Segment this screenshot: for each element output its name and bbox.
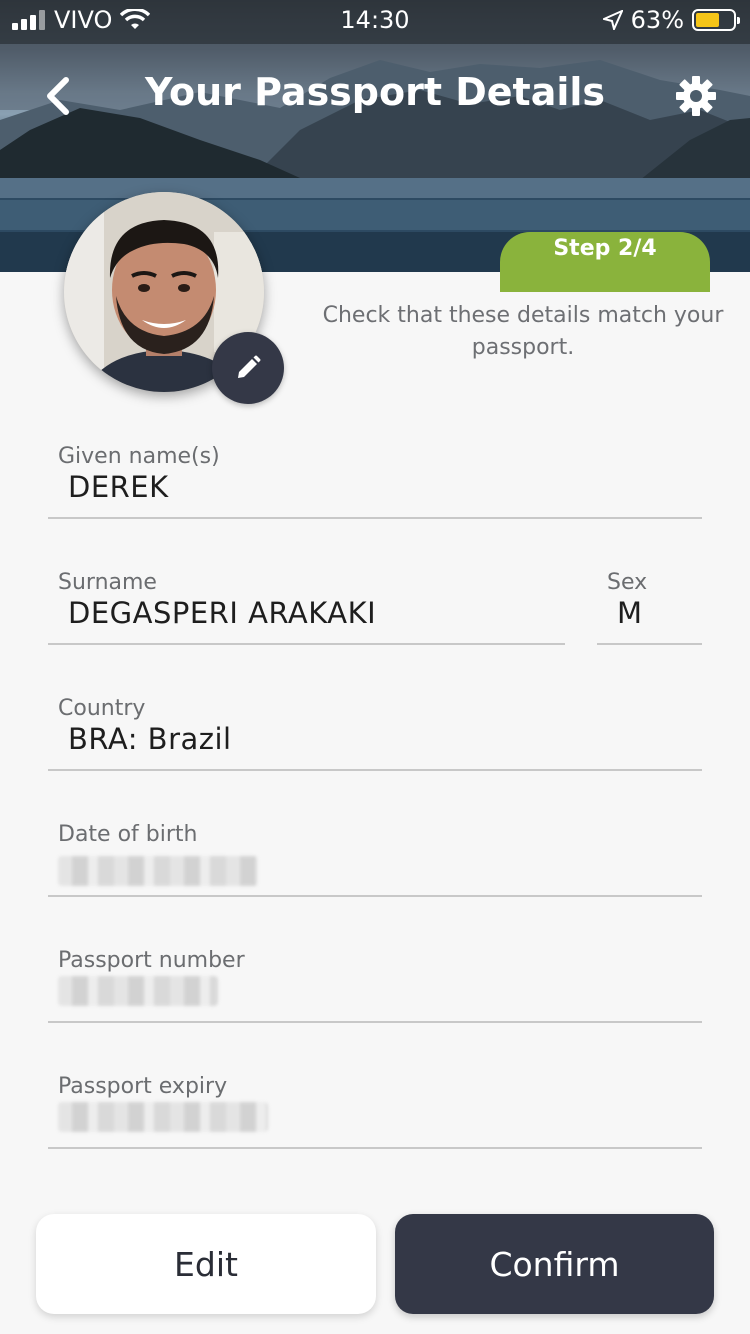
confirm-button[interactable]: Confirm bbox=[395, 1214, 714, 1314]
given-name-value: DEREK bbox=[68, 470, 169, 504]
given-name-label: Given name(s) bbox=[58, 444, 220, 469]
given-name-field[interactable]: Given name(s) DEREK bbox=[48, 444, 702, 519]
date-of-birth-field[interactable]: Date of birth bbox=[48, 822, 702, 897]
redacted-value bbox=[58, 1102, 268, 1132]
surname-value: DEGASPERI ARAKAKI bbox=[68, 596, 377, 630]
gear-icon bbox=[676, 76, 716, 116]
battery-icon bbox=[692, 9, 740, 31]
step-indicator: Step 2/4 bbox=[500, 232, 710, 292]
settings-button[interactable] bbox=[674, 74, 718, 118]
passport-expiry-field[interactable]: Passport expiry bbox=[48, 1074, 702, 1149]
page-title: Your Passport Details bbox=[144, 70, 606, 114]
surname-label: Surname bbox=[58, 570, 157, 595]
country-value: BRA: Brazil bbox=[68, 722, 232, 756]
edit-photo-button[interactable] bbox=[212, 332, 284, 404]
country-field[interactable]: Country BRA: Brazil bbox=[48, 696, 702, 771]
passport-number-field[interactable]: Passport number bbox=[48, 948, 702, 1023]
instruction-text: Check that these details match your pass… bbox=[322, 303, 724, 360]
sex-field[interactable]: Sex M bbox=[597, 570, 702, 645]
sex-label: Sex bbox=[607, 570, 648, 595]
passport-number-label: Passport number bbox=[58, 948, 245, 973]
sex-value: M bbox=[617, 596, 643, 630]
redacted-value bbox=[58, 856, 258, 886]
edit-button[interactable]: Edit bbox=[36, 1214, 376, 1314]
passport-expiry-label: Passport expiry bbox=[58, 1074, 228, 1099]
pencil-icon bbox=[238, 355, 261, 378]
surname-field[interactable]: Surname DEGASPERI ARAKAKI bbox=[48, 570, 565, 645]
date-of-birth-label: Date of birth bbox=[58, 822, 198, 847]
country-label: Country bbox=[58, 696, 146, 721]
battery-percent: 63% bbox=[630, 6, 684, 34]
redacted-value bbox=[58, 976, 218, 1006]
location-icon bbox=[602, 10, 623, 30]
status-bar: VIVO 14:30 63% bbox=[0, 0, 750, 40]
